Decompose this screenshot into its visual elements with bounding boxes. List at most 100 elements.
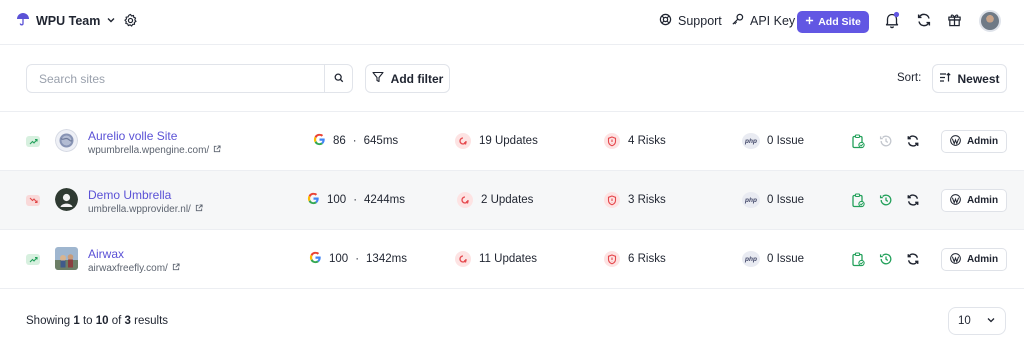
add-filter-button[interactable]: Add filter [365,64,450,93]
wordpress-icon [950,252,961,267]
performance-score[interactable]: 100 · 4244ms [307,192,405,208]
site-name-link[interactable]: Aurelio volle Site [88,129,177,143]
updates-count[interactable]: 11 Updates [455,251,537,267]
sync-icon[interactable] [906,252,920,266]
updates-label: 19 Updates [479,135,538,147]
per-page-select[interactable]: 10 [948,307,1006,335]
site-name-link[interactable]: Demo Umbrella [88,188,171,202]
google-icon [313,133,326,149]
admin-button[interactable]: Admin [941,130,1007,153]
risks-label: 4 Risks [628,135,666,147]
separator-dot: · [353,194,358,206]
external-link-icon [213,145,221,156]
gift-icon[interactable] [947,12,962,27]
php-icon: php [742,251,760,267]
total-count: 3 [124,315,131,327]
top-bar: WPU Team Support API Key Add Site [0,0,1024,45]
updates-icon [455,251,471,267]
history-icon[interactable] [879,252,893,266]
user-avatar[interactable] [979,10,1001,32]
separator-dot: · [352,135,357,147]
admin-button[interactable]: Admin [941,189,1007,212]
updates-icon [455,133,471,149]
showing-prefix: Showing [26,315,71,327]
external-link-icon [172,263,180,274]
performance-score[interactable]: 86 · 645ms [313,133,398,149]
team-switcher[interactable]: WPU Team [16,12,116,29]
globe-avatar [55,129,78,152]
bell-icon[interactable] [884,11,900,29]
shield-icon [604,192,620,208]
team-name: WPU Team [36,13,101,28]
clipboard-check-icon[interactable] [851,134,865,149]
api-key-link[interactable]: API Key [731,13,795,29]
performance-value: 100 [327,194,347,206]
site-url-label: umbrella.wpprovider.nl/ [88,204,191,215]
sync-icon[interactable] [906,134,920,148]
performance-value: 100 [329,253,349,265]
risks-count[interactable]: 6 Risks [604,251,666,267]
risks-count[interactable]: 4 Risks [604,133,666,149]
range-start: 1 [73,315,80,327]
site-url-link[interactable]: umbrella.wpprovider.nl/ [88,204,203,215]
site-name-link[interactable]: Airwax [88,247,124,261]
shield-icon [604,251,620,267]
admin-label: Admin [966,195,999,206]
php-issue-count[interactable]: php 0 Issue [742,192,804,208]
site-url-link[interactable]: airwaxfreefly.com/ [88,263,180,274]
search-box [26,64,353,93]
shield-icon [604,133,620,149]
updates-count[interactable]: 19 Updates [455,133,538,149]
history-icon[interactable] [879,193,893,207]
clipboard-check-icon[interactable] [851,252,865,267]
plus-icon [805,16,814,28]
table-row: Aurelio volle Site wpumbrella.wpengine.c… [0,112,1024,171]
php-issue-count[interactable]: php 0 Issue [742,251,804,267]
issue-label: 0 Issue [767,253,805,265]
response-time: 1342ms [366,253,407,265]
key-icon [731,13,744,29]
updates-icon [457,192,473,208]
person-avatar [55,188,78,211]
risks-label: 3 Risks [628,194,666,206]
issue-label: 0 Issue [767,194,805,206]
php-issue-count[interactable]: php 0 Issue [742,133,804,149]
wordpress-icon [950,134,961,149]
results-word: results [134,315,169,327]
refresh-icon[interactable] [916,12,932,28]
risks-count[interactable]: 3 Risks [604,192,666,208]
response-time: 4244ms [364,194,405,206]
lifebuoy-icon [659,13,672,29]
google-icon [307,192,320,208]
issue-label: 0 Issue [767,135,805,147]
of-word: of [111,315,122,327]
admin-label: Admin [966,254,999,265]
support-link[interactable]: Support [659,13,722,29]
risks-label: 6 Risks [628,253,666,265]
add-site-button[interactable]: Add Site [797,11,869,33]
sync-icon[interactable] [906,193,920,207]
trend-down-icon [26,195,40,206]
admin-button[interactable]: Admin [941,248,1007,271]
response-time: 645ms [363,135,399,147]
performance-score[interactable]: 100 · 1342ms [309,251,407,267]
pagination-summary: Showing 1 to 10 of 3 results [26,315,168,327]
search-input[interactable] [27,65,324,92]
wordpress-icon [950,193,961,208]
site-url-link[interactable]: wpumbrella.wpengine.com/ [88,145,221,156]
chevron-down-icon [986,315,996,328]
gear-icon[interactable] [123,13,138,28]
history-icon[interactable] [879,134,893,148]
updates-label: 2 Updates [481,194,534,206]
admin-label: Admin [966,136,999,147]
photo-avatar [55,247,78,270]
table-row: Demo Umbrella umbrella.wpprovider.nl/ 10… [0,171,1024,230]
php-icon: php [742,192,760,208]
clipboard-check-icon[interactable] [851,193,865,208]
umbrella-icon [16,12,30,29]
sort-select[interactable]: Newest [932,64,1007,93]
performance-value: 86 [333,135,346,147]
updates-count[interactable]: 2 Updates [457,192,533,208]
trend-up-icon [26,254,40,265]
search-button[interactable] [324,65,352,92]
